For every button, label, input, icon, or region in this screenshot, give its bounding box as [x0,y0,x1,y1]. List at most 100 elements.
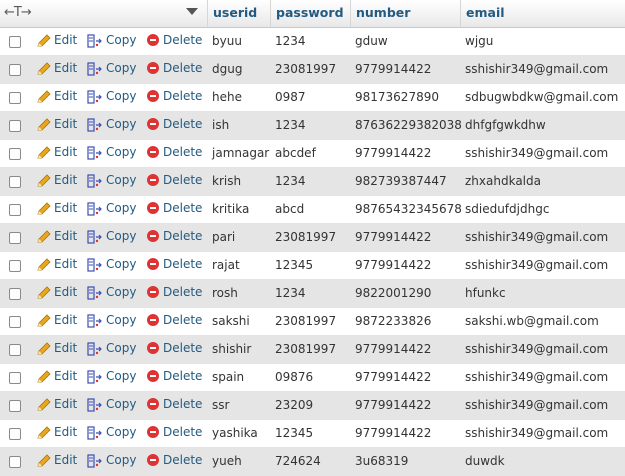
row-checkbox[interactable] [9,120,21,132]
pencil-icon [37,257,51,270]
cell-userid: ssr [212,398,230,412]
edit-button[interactable]: Edit [36,229,77,244]
row-checkbox[interactable] [9,344,21,356]
edit-label: Edit [54,173,78,187]
edit-button[interactable]: Edit [36,285,77,300]
delete-button[interactable]: Delete [147,425,202,439]
delete-icon [147,89,159,102]
row-checkbox[interactable] [9,176,21,188]
delete-button[interactable]: Delete [147,453,202,467]
delete-button[interactable]: Delete [147,201,202,215]
table-row: Edit Copy Delete ish 1234 87636229382038… [0,112,625,140]
edit-button[interactable]: Edit [36,369,77,384]
delete-button[interactable]: Delete [147,397,202,411]
column-header-userid[interactable]: userid [213,5,257,20]
edit-button[interactable]: Edit [36,341,77,356]
row-checkbox[interactable] [9,64,21,76]
copy-icon [87,369,102,384]
copy-button[interactable]: Copy [87,33,136,48]
row-checkbox[interactable] [9,204,21,216]
copy-icon [87,229,102,244]
copy-button[interactable]: Copy [87,285,136,300]
column-header-password[interactable]: password [276,5,344,20]
header-separator [350,0,351,27]
edit-label: Edit [54,257,78,271]
delete-button[interactable]: Delete [147,145,202,159]
edit-button[interactable]: Edit [36,145,77,160]
delete-button[interactable]: Delete [147,229,202,243]
edit-button[interactable]: Edit [36,173,77,188]
edit-button[interactable]: Edit [36,117,77,132]
delete-button[interactable]: Delete [147,257,202,271]
copy-button[interactable]: Copy [87,173,136,188]
row-checkbox[interactable] [9,288,21,300]
cell-password: 1234 [275,286,306,300]
copy-button[interactable]: Copy [87,453,136,468]
edit-button[interactable]: Edit [36,33,77,48]
delete-button[interactable]: Delete [147,33,202,47]
copy-button[interactable]: Copy [87,257,136,272]
delete-button[interactable]: Delete [147,285,202,299]
copy-button[interactable]: Copy [87,61,136,76]
cell-password: 1234 [275,34,306,48]
delete-button[interactable]: Delete [147,341,202,355]
table-row: Edit Copy Delete yueh 724624 3u68319 duw… [0,448,625,476]
sort-dropdown-icon[interactable] [186,8,198,15]
copy-button[interactable]: Copy [87,229,136,244]
row-checkbox[interactable] [9,36,21,48]
delete-icon [147,173,159,186]
cell-userid: hehe [212,90,242,104]
edit-button[interactable]: Edit [36,89,77,104]
cell-number: 98173627890 [355,90,439,104]
copy-button[interactable]: Copy [87,397,136,412]
delete-button[interactable]: Delete [147,173,202,187]
edit-button[interactable]: Edit [36,313,77,328]
row-checkbox[interactable] [9,456,21,468]
edit-button[interactable]: Edit [36,425,77,440]
row-checkbox[interactable] [9,232,21,244]
cell-email: wjgu [465,34,494,48]
column-header-number[interactable]: number [356,5,410,20]
copy-icon [87,145,102,160]
copy-button[interactable]: Copy [87,201,136,216]
copy-icon [87,397,102,412]
column-resize-arrows[interactable]: ←T→ [4,5,32,20]
table-row: Edit Copy Delete rajat 12345 9779914422 … [0,252,625,280]
copy-button[interactable]: Copy [87,117,136,132]
delete-button[interactable]: Delete [147,313,202,327]
row-checkbox[interactable] [9,372,21,384]
edit-button[interactable]: Edit [36,201,77,216]
delete-label: Delete [163,313,203,327]
copy-button[interactable]: Copy [87,145,136,160]
cell-number: gduw [355,34,388,48]
copy-button[interactable]: Copy [87,89,136,104]
delete-button[interactable]: Delete [147,89,202,103]
edit-button[interactable]: Edit [36,453,77,468]
delete-label: Delete [163,89,203,103]
cell-userid: dgug [212,62,243,76]
edit-button[interactable]: Edit [36,397,77,412]
row-checkbox[interactable] [9,148,21,160]
edit-button[interactable]: Edit [36,257,77,272]
copy-button[interactable]: Copy [87,313,136,328]
edit-button[interactable]: Edit [36,61,77,76]
copy-label: Copy [106,33,137,47]
copy-icon [87,341,102,356]
delete-button[interactable]: Delete [147,369,202,383]
edit-label: Edit [54,229,78,243]
row-checkbox[interactable] [9,316,21,328]
delete-label: Delete [163,369,203,383]
row-checkbox[interactable] [9,428,21,440]
copy-button[interactable]: Copy [87,369,136,384]
row-checkbox[interactable] [9,92,21,104]
delete-label: Delete [163,425,203,439]
row-checkbox[interactable] [9,400,21,412]
row-checkbox[interactable] [9,260,21,272]
cell-email: sshishir349@gmail.com [465,62,609,76]
copy-button[interactable]: Copy [87,425,136,440]
delete-button[interactable]: Delete [147,61,202,75]
column-header-email[interactable]: email [466,5,505,20]
copy-button[interactable]: Copy [87,341,136,356]
cell-userid: rosh [212,286,238,300]
delete-button[interactable]: Delete [147,117,202,131]
